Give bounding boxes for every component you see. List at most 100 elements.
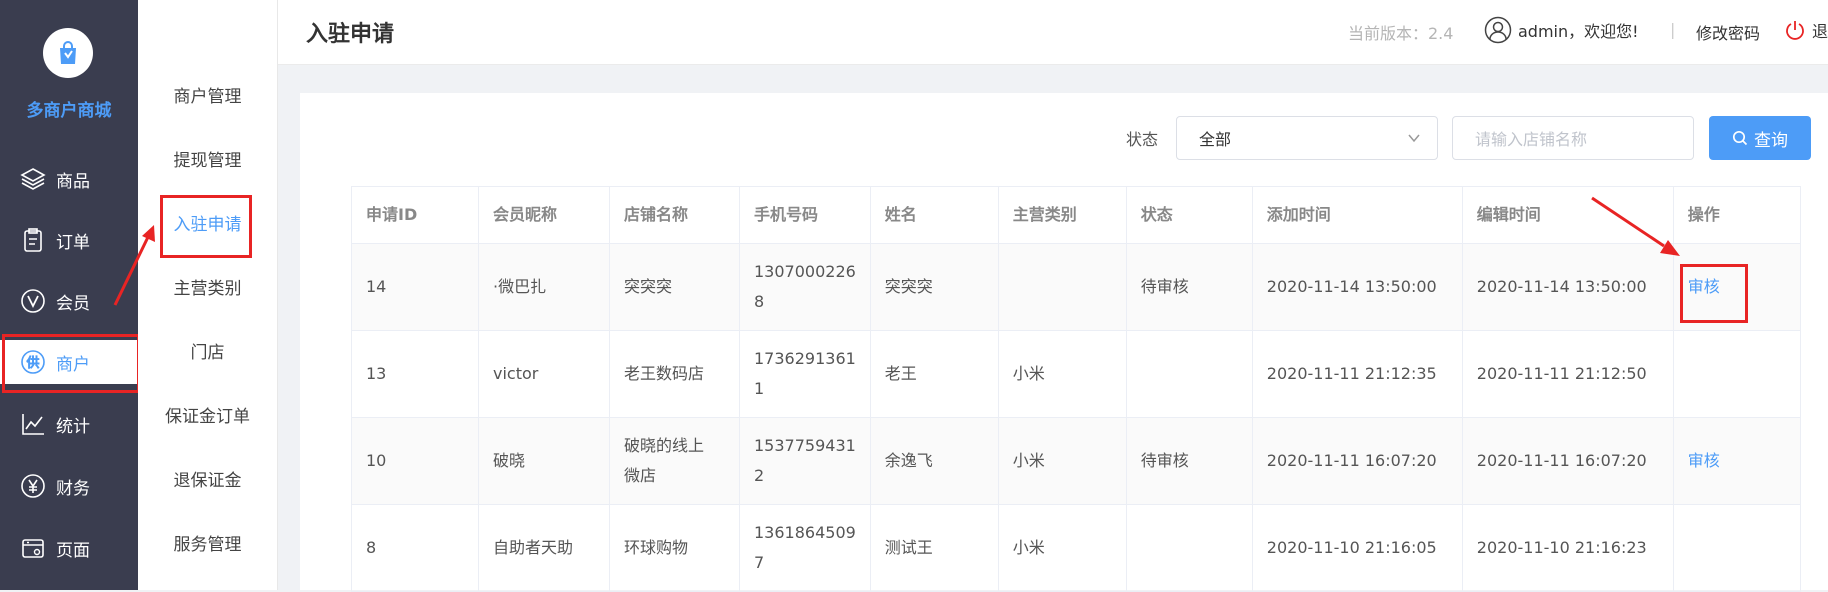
cell-id: 14 [351,243,479,331]
sidebar-item-statistics[interactable]: 统计 [0,402,138,446]
cell-status [1125,330,1253,418]
search-icon [1732,130,1748,146]
column-header: 申请ID [351,186,479,244]
status-select-value: 全部 [1199,130,1232,149]
cell-phone: 1537759431 2 [739,417,871,505]
shopping-bag-icon [60,41,76,64]
status-select[interactable]: 全部 [1176,116,1438,160]
cell-action: 审核 [1672,417,1801,505]
sidebar-item-goods[interactable]: 商品 [0,157,138,201]
column-header: 状态 [1125,186,1253,244]
phone-line: 2 [754,466,765,485]
phone-line: 7 [754,553,765,572]
logout-label: 退 [1812,22,1828,41]
chevron-down-icon [1408,134,1420,143]
shop-name-line: 破晓的线上 [624,436,705,455]
column-header: 添加时间 [1251,186,1463,244]
content-card: 状态 全部 请输入店铺名称 查询 申请ID 会员昵称 店铺名称 手机号码 姓名 … [300,93,1828,592]
annotation-box-merchants [2,334,140,393]
table-row: 10 破晓 破晓的线上 微店 1537759431 2 余逸飞 小米 待审核 202… [351,417,1801,505]
applications-table: 申请ID 会员昵称 店铺名称 手机号码 姓名 主营类别 状态 添加时间 编辑时间… [351,186,1801,592]
cell-id: 10 [351,417,479,505]
phone-line: 1 [754,379,765,398]
cell-category [997,243,1127,331]
subnav-item-merchant-management[interactable]: 商户管理 [138,82,277,107]
subnav-item-deposit-orders[interactable]: 保证金订单 [138,402,277,427]
sidebar-item-orders[interactable]: 订单 [0,218,138,262]
sidebar-item-finance[interactable]: 财务 [0,464,138,508]
status-filter-label: 状态 [1126,130,1159,149]
phone-line: 1736291361 [754,349,856,368]
query-button[interactable]: 查询 [1709,116,1811,160]
cell-phone: 1307000226 8 [739,243,871,331]
cell-added-time: 2020-11-10 21:16:05 [1251,504,1463,592]
cell-action [1672,504,1801,592]
search-placeholder: 请输入店铺名称 [1475,130,1588,149]
column-header: 编辑时间 [1461,186,1674,244]
cell-nickname: victor [478,330,610,418]
sidebar-item-members[interactable]: 会员 [0,279,138,323]
sidebar-item-label: 页面 [56,540,90,561]
cell-status: 待审核 [1125,417,1253,505]
review-link[interactable]: 审核 [1688,451,1720,470]
cell-category: 小米 [997,504,1127,592]
cell-nickname: 自助者天助 [478,504,610,592]
cell-name: 突突突 [869,243,999,331]
shop-name-search-input[interactable]: 请输入店铺名称 [1452,116,1694,160]
column-header: 主营类别 [997,186,1127,244]
cell-category: 小米 [997,417,1127,505]
subnav-item-services[interactable]: 服务管理 [138,530,277,555]
sidebar-item-label: 会员 [56,293,90,314]
sub-sidebar: 商户管理 提现管理 入驻申请 主营类别 门店 保证金订单 退保证金 服务管理 [138,0,278,590]
column-header: 店铺名称 [609,186,740,244]
subnav-item-withdrawal[interactable]: 提现管理 [138,146,277,171]
cell-added-time: 2020-11-14 13:50:00 [1251,243,1463,331]
cell-status [1125,504,1253,592]
cell-id: 8 [351,504,479,592]
user-info[interactable]: admin，欢迎您! [1484,16,1639,44]
power-icon [1786,21,1804,40]
subnav-item-categories[interactable]: 主营类别 [138,274,277,299]
subnav-item-stores[interactable]: 门店 [138,338,277,363]
change-password-link[interactable]: 修改密码 [1696,20,1760,44]
cell-added-time: 2020-11-11 21:12:35 [1251,330,1463,418]
cell-edited-time: 2020-11-14 13:50:00 [1461,243,1674,331]
table-row: 13 victor 老王数码店 1736291361 1 老王 小米 2020-1… [351,330,1801,418]
cell-shop-name: 老王数码店 [609,330,740,418]
column-header: 姓名 [869,186,999,244]
user-greeting: admin，欢迎您! [1518,22,1639,41]
sidebar-item-pages[interactable]: 页面 [0,526,138,570]
main-sidebar: 多商户商城 商品 订单 会员 供 商户 统计 财务 页面 [0,0,138,590]
cell-phone: 1736291361 1 [739,330,871,418]
cell-status: 待审核 [1125,243,1253,331]
column-header: 手机号码 [739,186,871,244]
cell-shop-name: 环球购物 [609,504,740,592]
clipboard-icon [18,225,48,255]
cell-name: 测试王 [869,504,999,592]
page-title: 入驻申请 [306,22,395,47]
cell-shop-name: 破晓的线上 微店 [609,417,740,505]
header-separator: | [1670,20,1676,39]
subnav-item-deposit-refund[interactable]: 退保证金 [138,466,277,491]
cell-nickname: ·微巴扎 [478,243,610,331]
layers-icon [18,164,48,194]
logout-link[interactable]: 退 [1784,18,1828,42]
shop-name-line: 突突突 [624,277,673,296]
cell-category: 小米 [997,330,1127,418]
query-button-label: 查询 [1754,130,1788,151]
table-row: 8 自助者天助 环球购物 1361864509 7 测试王 小米 2020-11-… [351,504,1801,592]
phone-line: 1537759431 [754,436,856,455]
logo [43,28,93,78]
user-avatar-icon [1484,16,1512,44]
version-text: 当前版本：2.4 [1348,24,1454,43]
cell-edited-time: 2020-11-11 21:12:50 [1461,330,1674,418]
phone-line: 1361864509 [754,523,856,542]
cell-edited-time: 2020-11-11 16:07:20 [1461,417,1674,505]
annotation-box-review [1680,264,1748,323]
top-header: 入驻申请 当前版本：2.4 admin，欢迎您! | 修改密码 退 [278,0,1828,65]
yen-icon [18,471,48,501]
sidebar-item-label: 统计 [56,416,90,437]
chart-line-icon [18,409,48,439]
sidebar-item-label: 商品 [56,171,90,192]
sidebar-item-label: 订单 [56,232,90,253]
